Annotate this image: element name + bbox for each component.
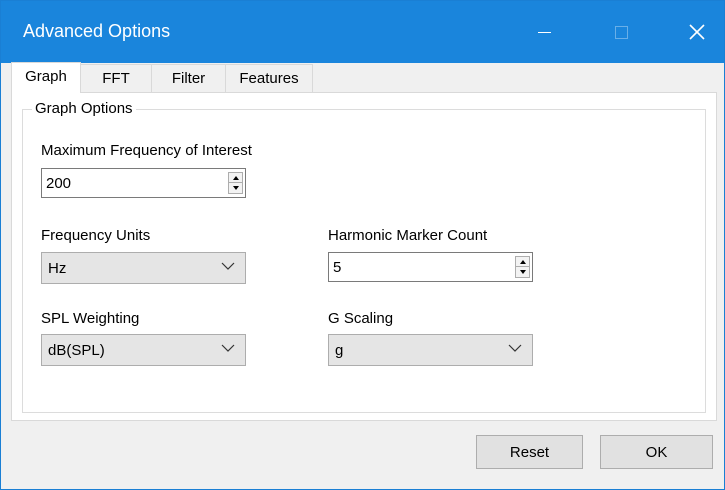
minimize-icon xyxy=(537,31,551,33)
tab-graph[interactable]: Graph xyxy=(11,62,81,93)
harmonic-marker-count-stepper[interactable]: 5 xyxy=(328,252,533,282)
harmonic-marker-count-value: 5 xyxy=(333,259,342,276)
tab-filter[interactable]: Filter xyxy=(151,64,226,92)
chevron-down-icon xyxy=(508,344,522,352)
close-icon xyxy=(689,24,705,40)
chevron-down-icon xyxy=(221,262,235,270)
window-title: Advanced Options xyxy=(23,21,171,41)
reset-button[interactable]: Reset xyxy=(476,435,583,469)
g-scaling-value: g xyxy=(335,342,344,359)
minimize-button[interactable] xyxy=(514,1,574,63)
harmonic-marker-count-spin-buttons xyxy=(515,256,530,278)
frequency-units-select[interactable]: Hz xyxy=(41,252,246,284)
graph-tab-panel: Graph Options Maximum Frequency of Inter… xyxy=(11,92,717,421)
max-frequency-stepper[interactable]: 200 xyxy=(41,168,246,198)
arrow-down-icon xyxy=(232,186,239,190)
chevron-down-icon xyxy=(221,344,235,352)
max-frequency-value: 200 xyxy=(46,175,72,192)
arrow-up-icon xyxy=(232,175,239,180)
max-frequency-spin-buttons xyxy=(228,172,243,194)
maximize-icon xyxy=(614,25,628,39)
spl-weighting-value: dB(SPL) xyxy=(48,342,105,359)
max-frequency-decrement-button[interactable] xyxy=(229,183,242,193)
frequency-units-value: Hz xyxy=(48,260,67,277)
ok-button[interactable]: OK xyxy=(600,435,713,469)
maximize-button xyxy=(591,1,651,63)
dialog-body: Graph FFT Filter Features Graph Options … xyxy=(1,62,724,489)
g-scaling-select[interactable]: g xyxy=(328,334,533,366)
tab-fft[interactable]: FFT xyxy=(80,64,152,92)
arrow-up-icon xyxy=(519,259,526,264)
g-scaling-label: G Scaling xyxy=(328,310,394,327)
arrow-down-icon xyxy=(519,270,526,274)
max-frequency-increment-button[interactable] xyxy=(229,173,242,183)
advanced-options-window: Advanced Options Graph FFT Filter Featur… xyxy=(0,0,725,490)
graph-options-group: Graph Options Maximum Frequency of Inter… xyxy=(22,100,706,413)
group-title: Graph Options xyxy=(32,100,136,117)
spl-weighting-label: SPL Weighting xyxy=(41,310,140,327)
title-bar[interactable]: Advanced Options xyxy=(1,1,724,63)
close-button[interactable] xyxy=(667,1,725,63)
spl-weighting-select[interactable]: dB(SPL) xyxy=(41,334,246,366)
max-frequency-label: Maximum Frequency of Interest xyxy=(41,142,252,159)
frequency-units-label: Frequency Units xyxy=(41,227,151,244)
tab-features[interactable]: Features xyxy=(225,64,313,92)
harmonic-marker-count-decrement-button[interactable] xyxy=(516,267,529,277)
harmonic-marker-count-label: Harmonic Marker Count xyxy=(328,227,488,244)
harmonic-marker-count-increment-button[interactable] xyxy=(516,257,529,267)
